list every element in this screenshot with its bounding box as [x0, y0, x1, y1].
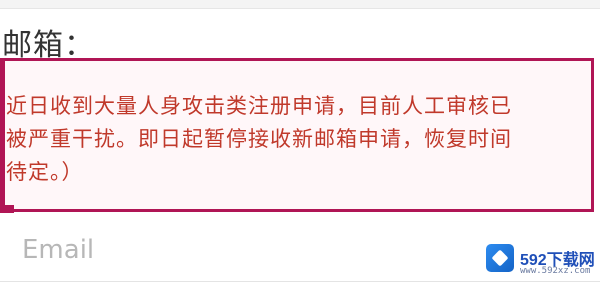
notice-line: 近日收到大量人身攻击类注册申请，目前人工审核已	[6, 94, 512, 118]
watermark-subtitle: www.592xz.com	[520, 266, 591, 276]
notice-line: 待定。）	[6, 160, 84, 184]
top-divider-band	[0, 0, 600, 9]
notice-line: 被严重干扰。即日起暂停接收新邮箱申请，恢复时间	[6, 127, 512, 151]
cube-logo-icon	[486, 244, 514, 272]
notice-text: 近日收到大量人身攻击类注册申请，目前人工审核已 被严重干扰。即日起暂停接收新邮箱…	[6, 90, 594, 189]
site-watermark: 592下载网 www.592xz.com	[480, 238, 600, 300]
notice-corner-mark	[0, 205, 14, 213]
